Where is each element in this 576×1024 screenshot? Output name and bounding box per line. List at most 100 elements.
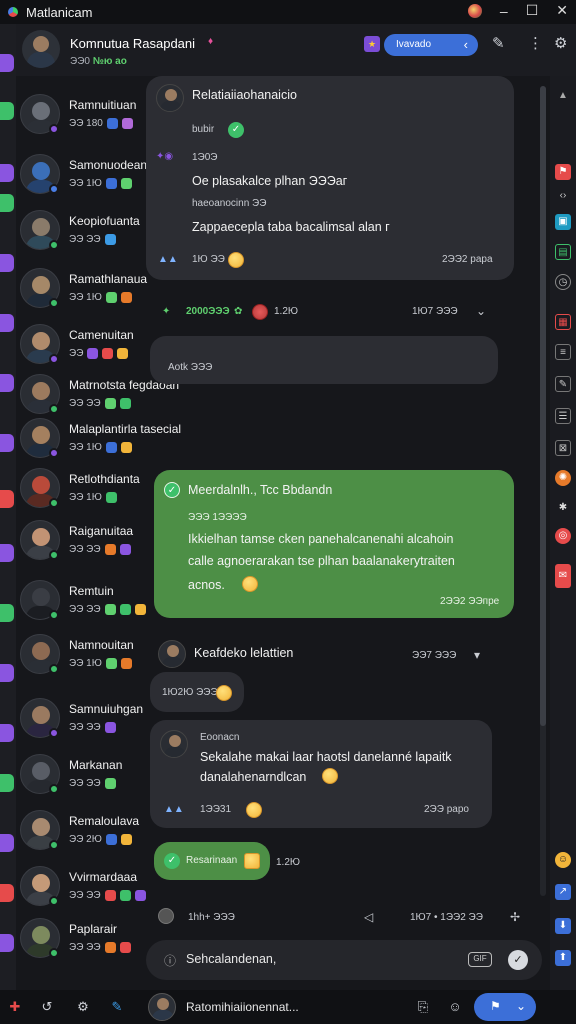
app-grid-icon[interactable]: ✚ — [6, 998, 24, 1016]
rail-badge[interactable] — [0, 194, 14, 212]
emoji-icon[interactable] — [246, 802, 262, 818]
contact-item[interactable]: Vvirmardaaa ЭЭ ЭЭ — [16, 862, 150, 916]
image-icon[interactable]: ▣ — [555, 214, 571, 230]
reaction-icon[interactable]: ✦◉ — [156, 151, 173, 162]
status-dot — [49, 124, 59, 134]
notes-icon[interactable]: ≡ — [555, 344, 571, 360]
contact-item[interactable]: Raiganuitaa ЭЭ ЭЭ — [16, 516, 150, 570]
pin-icon[interactable]: ✢ — [510, 910, 520, 924]
contact-item[interactable]: Remtuin ЭЭ ЭЭ — [16, 576, 150, 630]
send-button[interactable]: ⚑ ⌄ — [474, 993, 536, 1021]
flag-icon[interactable]: ⚑ — [555, 164, 571, 180]
contact-item[interactable]: Ramathlanaua ЭЭ 1Ю — [16, 264, 150, 318]
rail-badge[interactable] — [0, 102, 14, 120]
message-bubble[interactable]: Relatiaiiaohanaicio bubir ✓ ✦◉ 1Э0Э Oe p… — [146, 76, 514, 280]
message-composer[interactable]: ⓘ Sehcalandenan, GIF ✓ — [146, 940, 542, 980]
target-icon[interactable]: ◎ — [555, 528, 571, 544]
code-icon[interactable]: ‹› — [555, 188, 571, 204]
grid-icon[interactable]: ⊠ — [555, 440, 571, 456]
settings-icon[interactable]: ⚙ — [74, 998, 92, 1016]
emoji-icon[interactable] — [228, 252, 244, 268]
emoji-icon[interactable] — [242, 576, 258, 592]
leaf-icon: ✿ — [234, 306, 243, 317]
rail-badge[interactable] — [0, 490, 14, 508]
rail-badge[interactable] — [0, 374, 14, 392]
contact-item[interactable]: Samonuodean ЭЭ 1Ю — [16, 150, 150, 204]
rail-badge[interactable] — [0, 544, 14, 562]
composer-placeholder[interactable]: Sehcalandenan, — [186, 952, 276, 966]
rail-badge[interactable] — [0, 254, 14, 272]
rail-badge[interactable] — [0, 164, 14, 182]
globe-icon[interactable] — [467, 3, 482, 18]
user-avatar[interactable] — [148, 993, 176, 1021]
history-icon[interactable]: ↺ — [38, 998, 56, 1016]
emoji-icon[interactable] — [252, 304, 268, 320]
rail-badge[interactable] — [0, 884, 14, 902]
calendar-icon[interactable]: ▦ — [555, 314, 571, 330]
message-bubble-outgoing[interactable]: ✓ Meerdalnlh., Tcc Bbdandn ЭЭЭ 1ЭЭЭЭ Ikk… — [154, 470, 514, 618]
bug-icon[interactable]: ✱ — [555, 500, 571, 516]
message-bubble[interactable]: Eoonacn Sekalahe makai laar haotsl danel… — [150, 720, 492, 828]
contact-item[interactable]: Markanan ЭЭ ЭЭ — [16, 750, 150, 804]
contact-item[interactable]: Paplarair ЭЭ ЭЭ — [16, 914, 150, 968]
message-bubble[interactable]: Aotk ЭЭЭ — [150, 336, 498, 384]
contact-item[interactable]: Samnuiuhgan ЭЭ ЭЭ — [16, 694, 150, 748]
edit-doc-icon[interactable]: ✎ — [555, 376, 571, 392]
download-icon[interactable]: ⬇ — [555, 918, 571, 934]
send-arrow-icon[interactable]: ◁ — [364, 910, 373, 924]
scrollbar-thumb[interactable] — [540, 86, 546, 726]
document-icon[interactable]: ▤ — [555, 244, 571, 260]
contact-item[interactable]: Namnouitan ЭЭ 1Ю — [16, 630, 150, 684]
rail-icon[interactable]: ▲ — [555, 88, 571, 104]
list-icon[interactable]: ☰ — [555, 408, 571, 424]
contact-item[interactable]: Malaplantirla tasecial ЭЭ 1Ю — [16, 414, 181, 468]
settings-icon[interactable]: ⚙ — [554, 34, 567, 52]
rail-badge[interactable] — [0, 724, 14, 742]
message-bubble[interactable]: 1Ю2Ю ЭЭЭ — [150, 672, 244, 712]
reaction-icon[interactable]: ✦ — [162, 306, 170, 317]
avatar[interactable] — [22, 30, 60, 68]
contact-item[interactable]: Remaloulava ЭЭ 2Ю — [16, 806, 150, 860]
minimize-icon[interactable]: – — [500, 3, 508, 19]
contact-item[interactable]: Keopiofuanta ЭЭ ЭЭ — [16, 206, 150, 260]
gif-button[interactable]: GIF — [468, 952, 492, 967]
rail-badge[interactable] — [0, 774, 14, 792]
chevron-down-icon[interactable]: ▾ — [474, 648, 480, 662]
emoji-icon[interactable] — [322, 768, 338, 784]
contact-item[interactable]: Camenuitan ЭЭ — [16, 320, 150, 374]
star-badge-icon[interactable]: ★ — [364, 36, 380, 52]
emoji-icon[interactable] — [244, 853, 260, 869]
maximize-icon[interactable]: ☐ — [526, 2, 539, 19]
contact-name: Namnouitan — [69, 638, 134, 652]
emoji-icon[interactable] — [216, 685, 232, 701]
pen-icon[interactable]: ✎ — [108, 998, 126, 1016]
contact-item[interactable]: Retlothdianta ЭЭ 1Ю — [16, 464, 150, 518]
rail-badge[interactable] — [0, 434, 14, 452]
reaction-icon[interactable]: ▲▲ — [158, 254, 178, 265]
rail-badge[interactable] — [0, 314, 14, 332]
chevron-down-icon[interactable]: ⌄ — [476, 304, 486, 318]
scrollbar[interactable] — [540, 86, 546, 896]
upload-icon[interactable]: ⬆ — [555, 950, 571, 966]
more-icon[interactable]: ⋮ — [528, 34, 543, 52]
share-icon[interactable]: ↗ — [555, 884, 571, 900]
close-icon[interactable]: ✕ — [556, 2, 568, 19]
fire-icon[interactable]: ✺ — [555, 470, 571, 486]
emoji-picker-icon[interactable]: ☺ — [446, 998, 464, 1016]
rail-badge[interactable] — [0, 664, 14, 682]
clock-icon[interactable]: ◷ — [555, 274, 571, 290]
attach-icon[interactable]: ⎘ — [414, 998, 432, 1016]
contact-item[interactable]: Ramnuitiuan ЭЭ 180 — [16, 90, 150, 144]
edit-icon[interactable]: ✎ — [492, 34, 505, 52]
rail-badge[interactable] — [0, 54, 14, 72]
rail-badge[interactable] — [0, 834, 14, 852]
chat-icon[interactable]: ✉ — [555, 564, 571, 588]
rail-badge[interactable] — [0, 604, 14, 622]
header-pill-button[interactable]: Ivavado ‹ — [384, 34, 478, 56]
emoji-icon[interactable] — [158, 908, 174, 924]
reaction-icon[interactable]: ▲▲ — [164, 804, 184, 815]
message-bubble-outgoing[interactable]: ✓ Resarinaan — [154, 842, 270, 880]
rail-badge[interactable] — [0, 934, 14, 952]
check-send-icon[interactable]: ✓ — [508, 950, 528, 970]
smile-icon[interactable]: ☺ — [555, 852, 571, 868]
